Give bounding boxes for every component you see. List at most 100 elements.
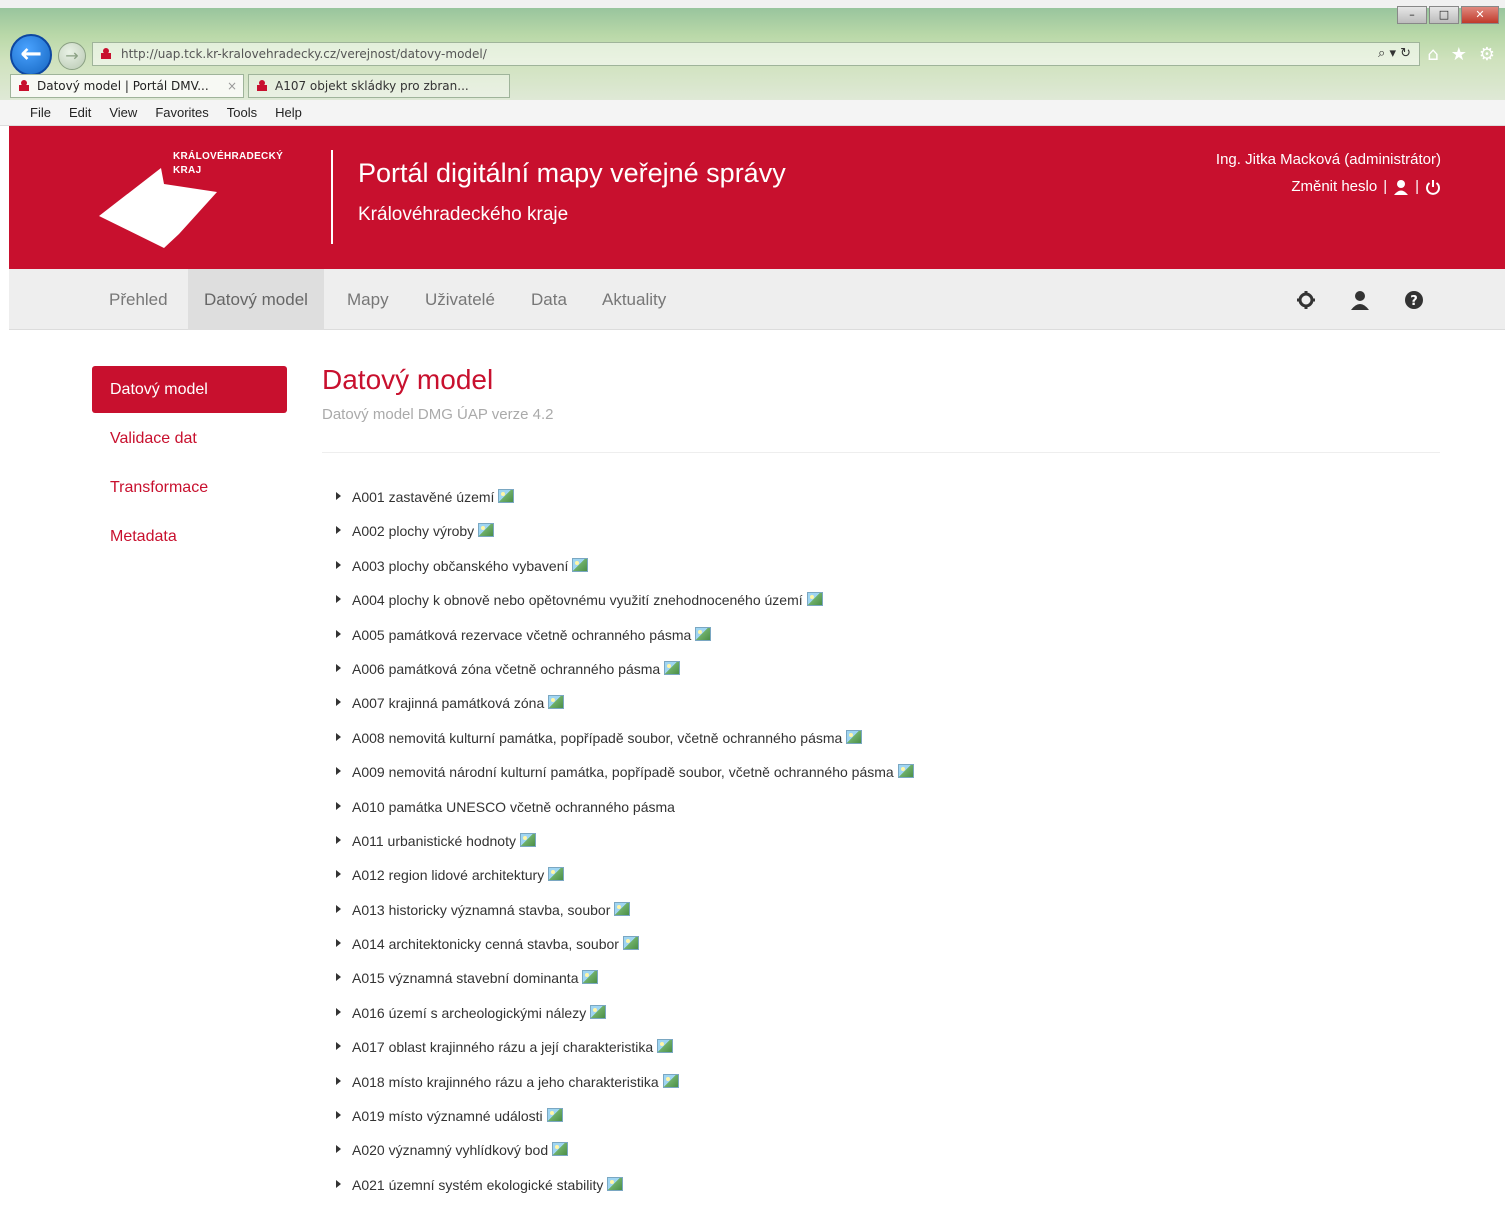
- tree-item-label[interactable]: A007 krajinná památková zóna: [352, 690, 544, 716]
- map-preview-icon[interactable]: [548, 867, 565, 882]
- tree-item-label[interactable]: A010 památka UNESCO včetně ochranného pá…: [352, 794, 675, 820]
- nav-data[interactable]: Data: [515, 269, 583, 330]
- tree-item-label[interactable]: A018 místo krajinného rázu a jeho charak…: [352, 1069, 659, 1095]
- map-preview-icon[interactable]: [806, 592, 823, 607]
- tab-datovy-model[interactable]: Datový model | Portál DMV... ×: [10, 74, 244, 98]
- sidebar-item-datovy-model[interactable]: Datový model: [92, 366, 287, 413]
- nav-datovy-model[interactable]: Datový model: [188, 269, 324, 330]
- tree-item-label[interactable]: A008 nemovitá kulturní památka, popřípad…: [352, 725, 842, 751]
- tree-item-label[interactable]: A003 plochy občanského vybavení: [352, 553, 568, 579]
- expand-caret-icon[interactable]: [334, 656, 344, 682]
- menu-edit[interactable]: Edit: [69, 105, 91, 120]
- map-preview-icon[interactable]: [498, 489, 515, 503]
- expand-caret-icon[interactable]: [334, 862, 344, 888]
- tree-item[interactable]: A004 plochy k obnově nebo opětovnému vyu…: [334, 587, 1434, 621]
- expand-caret-icon[interactable]: [334, 931, 344, 957]
- map-preview-icon[interactable]: [622, 936, 639, 951]
- map-preview-icon[interactable]: [846, 729, 863, 744]
- user-profile-icon[interactable]: [1393, 179, 1409, 195]
- minimize-button[interactable]: –: [1397, 6, 1427, 24]
- tree-item-label[interactable]: A012 region lidové architektury: [352, 862, 544, 888]
- tree-item[interactable]: A007 krajinná památková zóna: [334, 690, 1434, 724]
- map-preview-icon[interactable]: [519, 832, 536, 847]
- tree-item-label[interactable]: A021 územní systém ekologické stability: [352, 1172, 603, 1198]
- map-preview-icon[interactable]: [478, 523, 495, 538]
- nav-aktuality[interactable]: Aktuality: [586, 269, 682, 330]
- back-button[interactable]: ←: [10, 34, 52, 76]
- tree-item[interactable]: A006 památková zóna včetně ochranného pá…: [334, 656, 1434, 690]
- tree-item[interactable]: A018 místo krajinného rázu a jeho charak…: [334, 1069, 1434, 1103]
- gear-icon[interactable]: [1295, 289, 1317, 311]
- tree-item-label[interactable]: A005 památková rezervace včetně ochranné…: [352, 622, 691, 648]
- user-icon[interactable]: [1349, 289, 1371, 311]
- sidebar-item-validace-dat[interactable]: Validace dat: [92, 415, 287, 462]
- expand-caret-icon[interactable]: [334, 965, 344, 991]
- logout-power-icon[interactable]: [1425, 179, 1441, 195]
- tab-close-icon[interactable]: ×: [227, 75, 237, 97]
- tree-item[interactable]: A016 území s archeologickými nálezy: [334, 1000, 1434, 1034]
- expand-caret-icon[interactable]: [334, 622, 344, 648]
- expand-caret-icon[interactable]: [334, 759, 344, 785]
- map-preview-icon[interactable]: [664, 660, 681, 675]
- tree-item[interactable]: A010 památka UNESCO včetně ochranného pá…: [334, 794, 1434, 828]
- tree-item[interactable]: A011 urbanistické hodnoty: [334, 828, 1434, 862]
- tree-item[interactable]: A003 plochy občanského vybavení: [334, 553, 1434, 587]
- map-preview-icon[interactable]: [572, 557, 589, 572]
- expand-caret-icon[interactable]: [334, 1034, 344, 1060]
- help-icon[interactable]: ?: [1403, 289, 1425, 311]
- map-preview-icon[interactable]: [662, 1073, 679, 1088]
- tree-item-label[interactable]: A013 historicky významná stavba, soubor: [352, 897, 610, 923]
- tree-item-label[interactable]: A014 architektonicky cenná stavba, soubo…: [352, 931, 619, 957]
- tree-item[interactable]: A015 významná stavební dominanta: [334, 965, 1434, 999]
- map-preview-icon[interactable]: [657, 1039, 674, 1054]
- forward-button[interactable]: →: [58, 42, 86, 70]
- map-preview-icon[interactable]: [552, 1142, 569, 1157]
- maximize-button[interactable]: □: [1429, 6, 1459, 24]
- tree-item[interactable]: A002 plochy výroby: [334, 518, 1434, 552]
- tree-item[interactable]: A005 památková rezervace včetně ochranné…: [334, 622, 1434, 656]
- nav-prehled[interactable]: Přehled: [93, 269, 184, 330]
- map-preview-icon[interactable]: [695, 626, 712, 641]
- menu-file[interactable]: File: [30, 105, 51, 120]
- address-tools[interactable]: ⌕ ▾ ↻: [1378, 43, 1411, 65]
- tree-item-label[interactable]: A020 významný vyhlídkový bod: [352, 1137, 548, 1163]
- tree-item[interactable]: A017 oblast krajinného rázu a její chara…: [334, 1034, 1434, 1068]
- expand-caret-icon[interactable]: [334, 1000, 344, 1026]
- tree-item-label[interactable]: A002 plochy výroby: [352, 518, 474, 544]
- expand-caret-icon[interactable]: [334, 794, 344, 820]
- expand-caret-icon[interactable]: [334, 553, 344, 579]
- tree-item[interactable]: A012 region lidové architektury: [334, 862, 1434, 896]
- tree-item[interactable]: A001 zastavěné území: [334, 484, 1434, 518]
- change-password-link[interactable]: Změnit heslo: [1291, 178, 1377, 195]
- tree-item-label[interactable]: A011 urbanistické hodnoty: [352, 828, 516, 854]
- favorites-star-icon[interactable]: ★: [1451, 44, 1467, 65]
- tree-item[interactable]: A020 významný vyhlídkový bod: [334, 1137, 1434, 1171]
- tree-item-label[interactable]: A004 plochy k obnově nebo opětovnému vyu…: [352, 587, 803, 613]
- tree-item[interactable]: A021 územní systém ekologické stability: [334, 1172, 1434, 1206]
- menu-view[interactable]: View: [109, 105, 137, 120]
- sidebar-item-transformace[interactable]: Transformace: [92, 464, 287, 511]
- map-preview-icon[interactable]: [546, 1108, 563, 1123]
- nav-mapy[interactable]: Mapy: [331, 269, 405, 330]
- menu-help[interactable]: Help: [275, 105, 302, 120]
- tree-item[interactable]: A009 nemovitá národní kulturní památka, …: [334, 759, 1434, 793]
- tab-a107[interactable]: A107 objekt skládky pro zbran...: [248, 74, 510, 98]
- home-icon[interactable]: ⌂: [1427, 44, 1438, 65]
- map-preview-icon[interactable]: [614, 901, 631, 916]
- nav-uzivatele[interactable]: Uživatelé: [409, 269, 511, 330]
- tree-item-label[interactable]: A016 území s archeologickými nálezy: [352, 1000, 586, 1026]
- tree-item-label[interactable]: A017 oblast krajinného rázu a její chara…: [352, 1034, 653, 1060]
- tree-item[interactable]: A008 nemovitá kulturní památka, popřípad…: [334, 725, 1434, 759]
- map-preview-icon[interactable]: [607, 1176, 624, 1191]
- tree-item-label[interactable]: A015 významná stavební dominanta: [352, 965, 578, 991]
- tree-item-label[interactable]: A006 památková zóna včetně ochranného pá…: [352, 656, 660, 682]
- tree-item[interactable]: A013 historicky významná stavba, soubor: [334, 897, 1434, 931]
- tree-item[interactable]: A014 architektonicky cenná stavba, soubo…: [334, 931, 1434, 965]
- tree-item-label[interactable]: A019 místo významné události: [352, 1103, 543, 1129]
- tree-item[interactable]: A019 místo významné události: [334, 1103, 1434, 1137]
- expand-caret-icon[interactable]: [334, 484, 344, 510]
- expand-caret-icon[interactable]: [334, 690, 344, 716]
- map-preview-icon[interactable]: [897, 764, 914, 779]
- expand-caret-icon[interactable]: [334, 587, 344, 613]
- close-window-button[interactable]: ✕: [1461, 6, 1499, 24]
